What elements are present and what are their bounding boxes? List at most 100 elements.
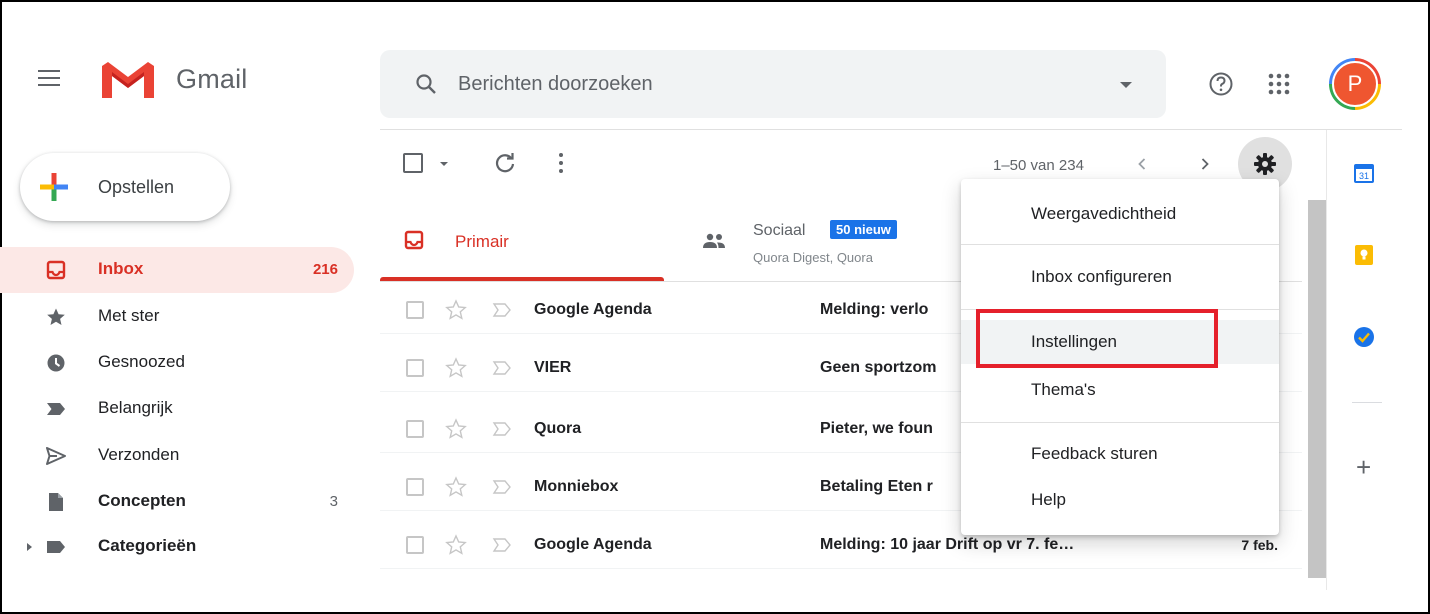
important-icon (47, 403, 65, 415)
menu-item-help[interactable]: Help (961, 478, 1279, 522)
more-options-icon[interactable] (558, 152, 564, 174)
email-sender: Google Agenda (534, 536, 652, 553)
calendar-day: 31 (1359, 171, 1369, 181)
email-sender: Google Agenda (534, 301, 652, 318)
sidebar-item-inbox[interactable]: Inbox 216 (0, 247, 354, 293)
row-checkbox[interactable] (406, 420, 424, 438)
people-icon (703, 233, 725, 248)
tab-label: Primair (455, 232, 509, 251)
sidebar-item-categories[interactable]: Categorieën (0, 524, 354, 570)
star-outline-icon[interactable] (445, 299, 467, 321)
pagination-range: 1–50 van 234 (993, 157, 1084, 174)
header-divider (380, 129, 1402, 130)
row-checkbox[interactable] (406, 301, 424, 319)
email-sender: Monniebox (534, 478, 619, 495)
select-options-icon[interactable] (440, 162, 448, 166)
menu-item-label: Thema's (1031, 380, 1096, 399)
important-marker-icon[interactable] (492, 420, 512, 438)
email-sender: Quora (534, 420, 582, 437)
menu-item-themes[interactable]: Thema's (961, 368, 1279, 412)
select-all-checkbox[interactable] (403, 153, 423, 173)
row-checkbox[interactable] (406, 536, 424, 554)
gmail-logo-icon[interactable] (100, 60, 156, 100)
scrollbar[interactable] (1308, 200, 1326, 578)
get-addons-plus-icon[interactable]: + (1356, 454, 1371, 480)
avatar[interactable]: P (1329, 58, 1381, 110)
email-subject: Betaling Eten r (820, 478, 933, 495)
sidebar-item-drafts[interactable]: Concepten 3 (0, 479, 354, 525)
menu-item-label: Help (1031, 490, 1066, 509)
email-sender: VIER (534, 359, 572, 376)
new-count-badge: 50 nieuw (830, 220, 897, 239)
sidebar-item-label: Gesnoozed (98, 352, 185, 371)
email-subject: Geen sportzom (820, 359, 937, 376)
help-icon[interactable] (1208, 71, 1234, 97)
menu-item-label: Weergavedichtheid (1031, 204, 1177, 223)
calendar-icon[interactable]: 31 (1352, 161, 1376, 185)
search-options-icon[interactable] (1120, 82, 1132, 88)
menu-item-label: Inbox configureren (1031, 267, 1172, 286)
search-input[interactable]: Berichten doorzoeken (458, 73, 653, 96)
keep-icon[interactable] (1352, 243, 1376, 267)
star-outline-icon[interactable] (445, 357, 467, 379)
menu-item-display-density[interactable]: Weergavedichtheid (961, 192, 1279, 236)
tab-social[interactable]: Sociaal 50 nieuw Quora Digest, Quora (665, 200, 965, 282)
app-name[interactable]: Gmail (176, 64, 248, 95)
inbox-icon (404, 230, 424, 250)
email-subject: Pieter, we foun (820, 420, 933, 437)
email-date: 7 feb. (1241, 537, 1278, 553)
sidebar-item-important[interactable]: Belangrijk (0, 386, 354, 432)
tasks-icon[interactable] (1352, 325, 1376, 349)
row-checkbox[interactable] (406, 478, 424, 496)
main-menu-icon[interactable] (38, 70, 60, 86)
menu-item-configure-inbox[interactable]: Inbox configureren (961, 255, 1279, 299)
menu-item-label: Feedback sturen (1031, 444, 1158, 463)
tab-label: Sociaal (753, 222, 806, 239)
search-bar[interactable]: Berichten doorzoeken (380, 50, 1166, 118)
apps-grid-icon[interactable] (1266, 71, 1292, 97)
star-outline-icon[interactable] (445, 476, 467, 498)
row-checkbox[interactable] (406, 359, 424, 377)
menu-separator (961, 422, 1279, 423)
compose-label: Opstellen (98, 177, 175, 197)
search-icon[interactable] (414, 72, 438, 96)
send-icon (46, 447, 66, 465)
draft-icon (49, 493, 63, 511)
chevron-left-icon[interactable] (1132, 154, 1152, 174)
sidebar-item-label: Inbox (98, 259, 144, 278)
inbox-icon (46, 260, 66, 280)
star-icon (47, 308, 65, 325)
sidebar-item-label: Met ster (98, 306, 160, 325)
sidebar-item-label: Verzonden (98, 445, 180, 464)
drafts-count: 3 (329, 493, 338, 510)
label-icon (47, 541, 65, 553)
compose-button[interactable]: Opstellen (20, 153, 230, 221)
tab-senders: Quora Digest, Quora (753, 250, 873, 265)
tab-primary[interactable]: Primair (380, 200, 665, 282)
refresh-icon[interactable] (494, 152, 516, 174)
side-panel-divider (1326, 130, 1327, 590)
important-marker-icon[interactable] (492, 359, 512, 377)
plus-icon (40, 173, 68, 201)
sidebar-item-label: Belangrijk (98, 398, 173, 417)
email-subject: Melding: verlo (820, 301, 929, 318)
side-panel-separator (1352, 402, 1382, 403)
avatar-initial: P (1332, 61, 1378, 107)
email-subject: Melding: 10 jaar Drift op vr 7. fe… (820, 536, 1075, 553)
menu-item-send-feedback[interactable]: Feedback sturen (961, 432, 1279, 476)
settings-highlight-box (976, 309, 1218, 368)
sidebar-item-sent[interactable]: Verzonden (0, 433, 354, 479)
important-marker-icon[interactable] (492, 301, 512, 319)
important-marker-icon[interactable] (492, 478, 512, 496)
important-marker-icon[interactable] (492, 536, 512, 554)
sidebar-item-snoozed[interactable]: Gesnoozed (0, 340, 354, 386)
star-outline-icon[interactable] (445, 534, 467, 556)
sidebar-item-label: Concepten (98, 491, 186, 510)
inbox-count: 216 (312, 261, 338, 278)
clock-icon (47, 354, 65, 372)
star-outline-icon[interactable] (445, 418, 467, 440)
menu-separator (961, 244, 1279, 245)
chevron-right-icon[interactable] (1195, 154, 1215, 174)
expand-arrow-icon[interactable] (27, 543, 32, 551)
sidebar-item-starred[interactable]: Met ster (0, 294, 354, 340)
